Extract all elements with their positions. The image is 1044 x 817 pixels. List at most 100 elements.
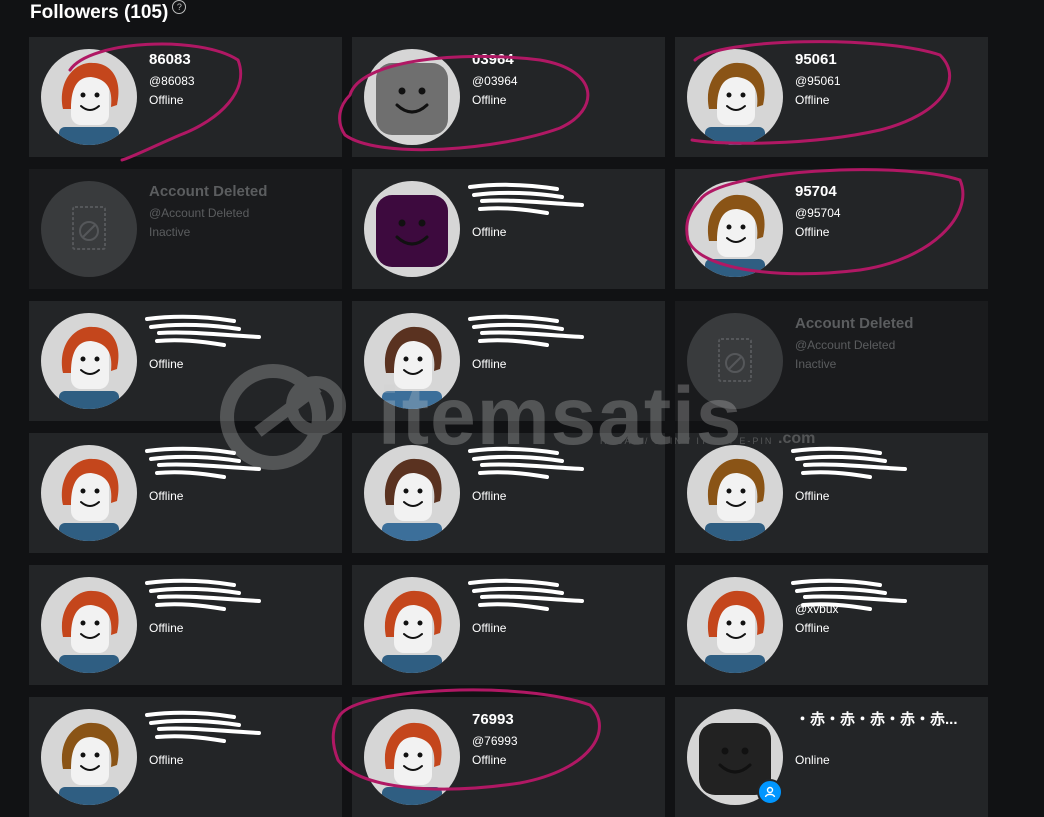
follower-card[interactable]: Offline xyxy=(675,433,988,553)
username xyxy=(472,205,506,221)
avatar[interactable] xyxy=(687,577,783,673)
follower-info: Offline xyxy=(149,447,183,504)
display-name[interactable] xyxy=(472,315,506,333)
follower-card[interactable]: 95704 @95704 Offline xyxy=(675,169,988,289)
question-circle-icon[interactable]: ? xyxy=(172,0,187,14)
avatar[interactable] xyxy=(364,709,460,805)
display-name[interactable] xyxy=(149,579,183,597)
avatar[interactable] xyxy=(41,709,137,805)
follower-card[interactable]: Offline xyxy=(29,433,342,553)
display-name[interactable]: Account Deleted xyxy=(149,183,267,201)
presence-status: Offline xyxy=(472,93,507,107)
avatar[interactable] xyxy=(41,49,137,145)
avatar[interactable] xyxy=(41,577,137,673)
follower-card[interactable]: Offline xyxy=(352,301,665,421)
display-name[interactable]: 76993 xyxy=(472,711,518,729)
follower-card[interactable]: Offline xyxy=(29,301,342,421)
avatar[interactable] xyxy=(364,313,460,409)
presence-status: Offline xyxy=(149,357,184,371)
display-name[interactable] xyxy=(472,447,506,465)
presence-status: Offline xyxy=(795,225,830,239)
follower-card[interactable]: 86083 @86083 Offline xyxy=(29,37,342,157)
username: @03964 xyxy=(472,74,518,88)
follower-card[interactable]: Account Deleted @Account Deleted Inactive xyxy=(29,169,342,289)
presence-status: Offline xyxy=(472,753,507,767)
follower-card[interactable]: 03964 @03964 Offline xyxy=(352,37,665,157)
username: @Account Deleted xyxy=(149,206,250,220)
follower-card[interactable]: Offline xyxy=(29,697,342,817)
display-name[interactable]: Account Deleted xyxy=(795,315,913,333)
presence-status: Offline xyxy=(472,225,507,239)
avatar[interactable] xyxy=(364,577,460,673)
follower-info: Offline xyxy=(472,579,506,636)
person-icon xyxy=(757,779,783,805)
presence-status: Offline xyxy=(149,621,184,635)
presence-status: Offline xyxy=(795,621,830,635)
display-name[interactable]: 03964 xyxy=(472,51,518,69)
presence-status: Offline xyxy=(149,93,184,107)
follower-card[interactable]: Offline xyxy=(352,565,665,685)
username: @Account Deleted xyxy=(795,338,896,352)
username: @86083 xyxy=(149,74,195,88)
avatar[interactable] xyxy=(687,313,783,409)
presence-status: Offline xyxy=(472,621,507,635)
username xyxy=(149,601,183,617)
avatar[interactable] xyxy=(687,181,783,277)
follower-card[interactable]: Offline xyxy=(29,565,342,685)
follower-info: Offline xyxy=(149,579,183,636)
presence-status: Offline xyxy=(472,489,507,503)
page-title: Followers (105) xyxy=(30,2,169,23)
username xyxy=(795,469,829,485)
avatar[interactable] xyxy=(364,445,460,541)
display-name[interactable] xyxy=(149,711,183,729)
follower-card[interactable]: @xvbux Offline xyxy=(675,565,988,685)
username xyxy=(149,733,183,749)
display-name[interactable] xyxy=(149,447,183,465)
follower-card[interactable]: Offline xyxy=(352,169,665,289)
avatar[interactable] xyxy=(41,181,137,277)
display-name[interactable]: 95704 xyxy=(795,183,841,201)
avatar[interactable] xyxy=(687,49,783,145)
username: @95704 xyxy=(795,206,841,220)
display-name[interactable]: 95061 xyxy=(795,51,841,69)
presence-status: Inactive xyxy=(795,357,837,371)
follower-info: @xvbux Offline xyxy=(795,579,839,636)
avatar[interactable] xyxy=(41,313,137,409)
presence-status: Inactive xyxy=(149,225,191,239)
presence-status: Offline xyxy=(795,489,830,503)
username xyxy=(472,601,506,617)
display-name[interactable]: ・赤・赤・赤・赤・赤... xyxy=(795,711,958,729)
follower-info: 76993 @76993 Offline xyxy=(472,711,518,768)
follower-info: 86083 @86083 Offline xyxy=(149,51,195,108)
username xyxy=(149,469,183,485)
follower-info: Offline xyxy=(472,183,506,240)
follower-card[interactable]: ・赤・赤・赤・赤・赤... Online xyxy=(675,697,988,817)
presence-status: Offline xyxy=(149,489,184,503)
follower-info: Offline xyxy=(472,447,506,504)
follower-info: Offline xyxy=(795,447,829,504)
follower-info: Account Deleted @Account Deleted Inactive xyxy=(795,315,913,372)
display-name[interactable] xyxy=(472,183,506,201)
avatar[interactable] xyxy=(364,49,460,145)
username xyxy=(472,337,506,353)
follower-card[interactable]: Account Deleted @Account Deleted Inactive xyxy=(675,301,988,421)
follower-info: Offline xyxy=(472,315,506,372)
presence-status: Offline xyxy=(149,753,184,767)
follower-card[interactable]: Offline xyxy=(352,433,665,553)
follower-info: 03964 @03964 Offline xyxy=(472,51,518,108)
avatar[interactable] xyxy=(41,445,137,541)
follower-card[interactable]: 95061 @95061 Offline xyxy=(675,37,988,157)
avatar[interactable] xyxy=(364,181,460,277)
avatar[interactable] xyxy=(687,445,783,541)
presence-status: Offline xyxy=(795,93,830,107)
display-name[interactable] xyxy=(472,579,506,597)
display-name[interactable] xyxy=(795,447,829,465)
followers-grid: 86083 @86083 Offline 03964 @03964 Offline 950… xyxy=(29,37,988,817)
follower-card[interactable]: 76993 @76993 Offline xyxy=(352,697,665,817)
display-name[interactable] xyxy=(795,579,839,597)
display-name[interactable] xyxy=(149,315,183,333)
presence-status: Offline xyxy=(472,357,507,371)
display-name[interactable]: 86083 xyxy=(149,51,195,69)
username xyxy=(472,469,506,485)
username: @xvbux xyxy=(795,602,839,616)
